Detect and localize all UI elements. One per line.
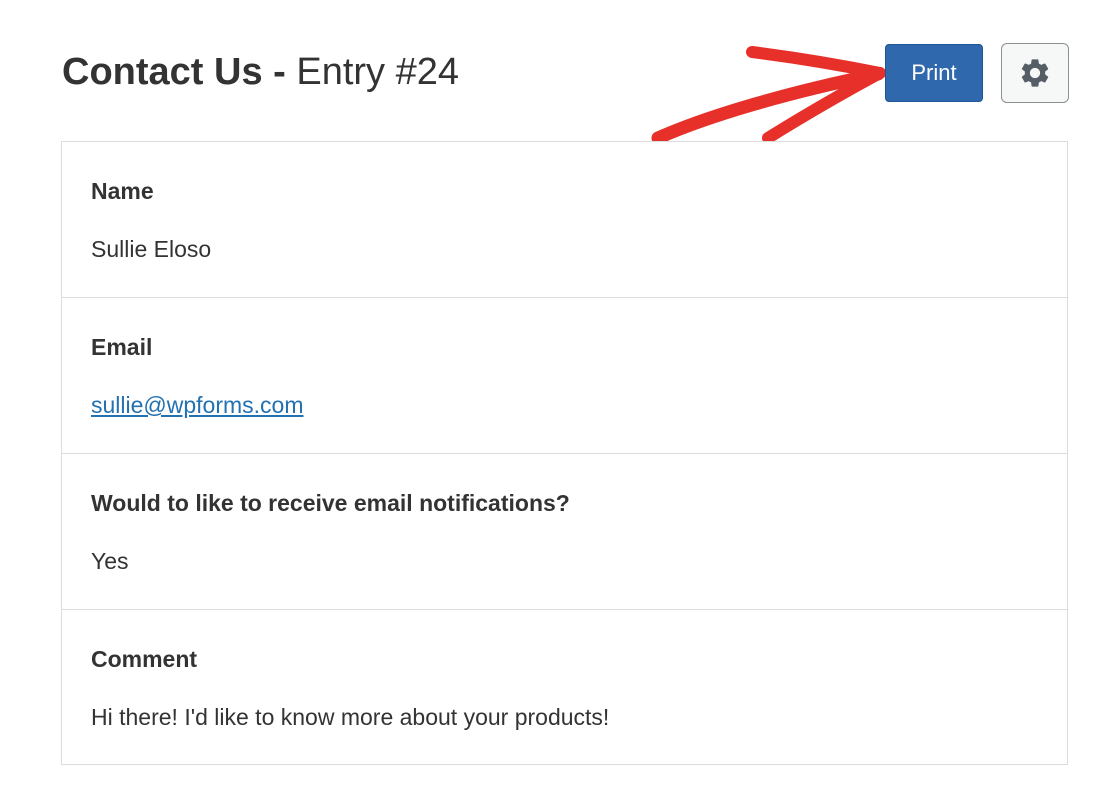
field-email: Email sullie@wpforms.com — [62, 298, 1067, 454]
field-value: Sullie Eloso — [91, 236, 212, 262]
field-comment: Comment Hi there! I'd like to know more … — [62, 610, 1067, 764]
gear-icon — [1018, 56, 1052, 90]
entry-number: Entry #24 — [296, 51, 460, 93]
email-link[interactable]: sullie@wpforms.com — [91, 392, 304, 419]
settings-button[interactable] — [1001, 43, 1069, 103]
field-label: Would to like to receive email notificat… — [91, 490, 570, 516]
field-label: Comment — [91, 646, 198, 672]
field-name: Name Sullie Eloso — [62, 142, 1067, 298]
field-value: Hi there! I'd like to know more about yo… — [91, 704, 610, 730]
field-email-notifications: Would to like to receive email notificat… — [62, 454, 1067, 610]
form-name: Contact Us - — [62, 51, 286, 93]
page-title: Contact Us - Entry #24 — [62, 46, 459, 98]
field-label: Email — [91, 334, 153, 360]
entry-fields-panel: Name Sullie Eloso Email sullie@wpforms.c… — [61, 141, 1068, 765]
print-button[interactable]: Print — [885, 44, 983, 102]
field-label: Name — [91, 178, 154, 204]
field-value: Yes — [91, 548, 129, 574]
